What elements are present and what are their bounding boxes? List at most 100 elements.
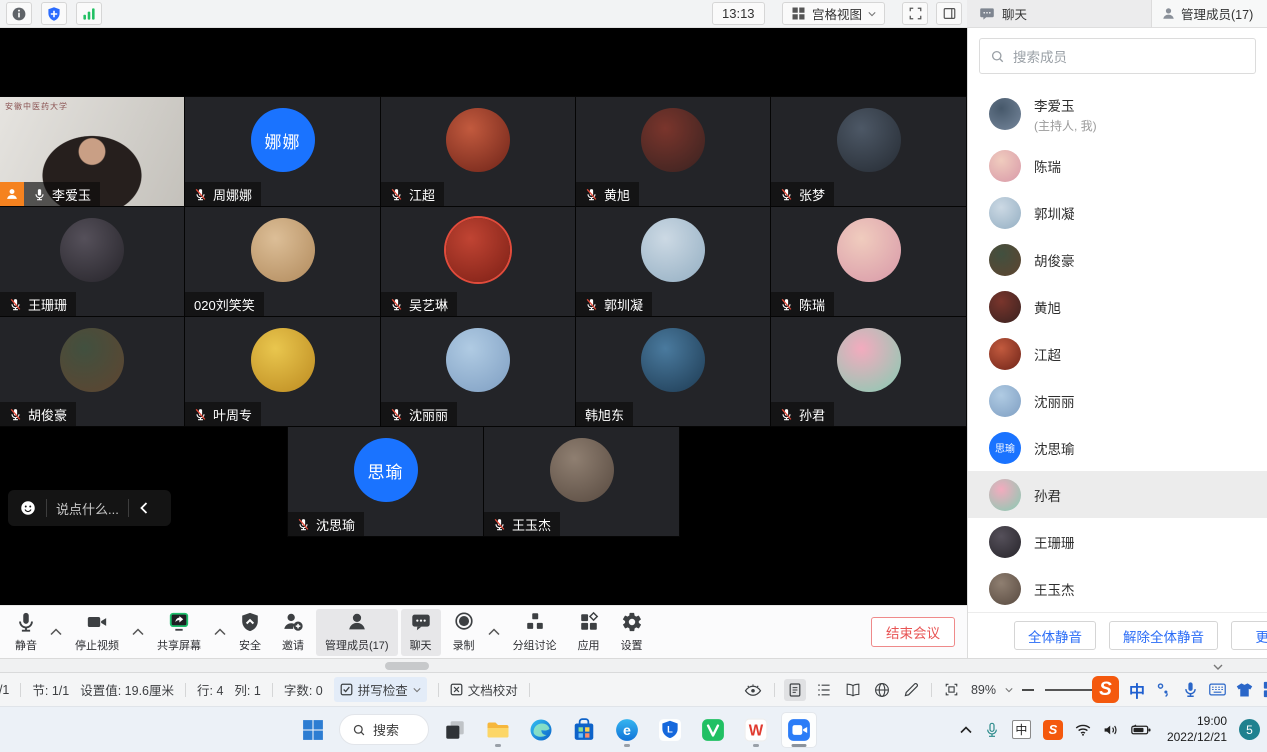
ime-language-indicator[interactable]: 中 xyxy=(1012,720,1031,739)
wifi-icon[interactable] xyxy=(1075,722,1091,738)
fit-page-button[interactable] xyxy=(941,679,962,700)
taskbar-search[interactable]: 搜索 xyxy=(339,714,429,745)
tray-mic-icon[interactable] xyxy=(984,722,1000,738)
participant-tile[interactable]: 陈瑞 xyxy=(771,207,966,316)
info-button[interactable] xyxy=(6,2,32,25)
taskbar-app-wps-office[interactable]: W xyxy=(739,713,773,747)
member-row[interactable]: 江超 xyxy=(968,330,1267,377)
participant-tile[interactable]: 胡俊豪 xyxy=(0,317,184,426)
participant-tile[interactable]: 思瑜沈思瑜 xyxy=(288,427,483,536)
more-button[interactable]: 更多 xyxy=(1231,621,1267,650)
battery-icon[interactable] xyxy=(1131,720,1151,740)
book-view-button[interactable] xyxy=(842,679,864,701)
toolbar-item-breakout[interactable]: 分组讨论 xyxy=(504,609,566,656)
quick-chat-input[interactable]: 说点什么... xyxy=(56,499,119,518)
mute-all-button[interactable]: 全体静音 xyxy=(1014,621,1096,650)
chevron-up-icon[interactable] xyxy=(49,609,63,656)
scroll-arrow-icon[interactable] xyxy=(1213,662,1223,672)
volume-icon[interactable] xyxy=(1103,722,1119,738)
member-row[interactable]: 沈丽丽 xyxy=(968,377,1267,424)
pen-button[interactable] xyxy=(900,679,922,701)
taskbar-app-lenovo-app[interactable]: L xyxy=(653,713,687,747)
emoji-button[interactable] xyxy=(19,499,37,517)
member-row[interactable]: 郭圳凝 xyxy=(968,189,1267,236)
layout-toggle-button[interactable] xyxy=(936,2,962,25)
participant-tile[interactable]: 王玉杰 xyxy=(484,427,679,536)
participant-tile[interactable]: 叶周专 xyxy=(185,317,380,426)
taskbar-clock[interactable]: 19:00 2022/12/21 xyxy=(1167,714,1227,745)
toolbar-item-apps[interactable]: 应用 xyxy=(569,609,609,656)
participant-tile[interactable]: 孙君 xyxy=(771,317,966,426)
unmute-all-button[interactable]: 解除全体静音 xyxy=(1109,621,1218,650)
toolbar-item-record[interactable]: 录制 xyxy=(444,609,484,656)
toolbar-item-invite[interactable]: 邀请 xyxy=(273,609,313,656)
sogou-logo[interactable]: S xyxy=(1092,676,1119,703)
ime-mic-icon[interactable] xyxy=(1182,681,1199,698)
participant-tile[interactable]: 安徽中医药大学李爱玉 xyxy=(0,97,184,206)
ime-mode-indicator[interactable]: 中 xyxy=(1129,678,1145,702)
signal-bars-button[interactable] xyxy=(76,2,102,25)
participant-tile[interactable]: 张梦 xyxy=(771,97,966,206)
horizontal-scrollbar-thumb[interactable] xyxy=(385,662,429,670)
participant-tile[interactable]: 娜娜周娜娜 xyxy=(185,97,380,206)
toolbar-item-share-screen[interactable]: 共享屏幕 xyxy=(148,609,210,656)
zoom-level[interactable]: 89% xyxy=(971,683,996,697)
caret-down-icon[interactable] xyxy=(1005,686,1013,694)
participant-tile[interactable]: 沈丽丽 xyxy=(381,317,575,426)
web-view-button[interactable] xyxy=(871,679,893,701)
toolbar-item-manage-members[interactable]: 管理成员(17) xyxy=(316,609,398,656)
toolbar-item-stop-video[interactable]: 停止视频 xyxy=(66,609,128,656)
member-row[interactable]: 陈瑞 xyxy=(968,142,1267,189)
member-row[interactable]: 王玉杰 xyxy=(968,565,1267,612)
end-meeting-button[interactable]: 结束会议 xyxy=(871,617,955,647)
member-row[interactable]: 王珊珊 xyxy=(968,518,1267,565)
quick-chat-bar[interactable]: 说点什么... xyxy=(8,490,171,526)
participant-tile[interactable]: 王珊珊 xyxy=(0,207,184,316)
taskbar-app-tencent-meeting[interactable] xyxy=(782,713,816,747)
taskbar-app-edge-browser[interactable] xyxy=(524,713,558,747)
taskbar-app-file-explorer[interactable] xyxy=(481,713,515,747)
eye-protection-button[interactable] xyxy=(741,678,765,702)
members-panel-header[interactable]: 管理成员(17) xyxy=(1151,0,1267,28)
fullscreen-button[interactable] xyxy=(902,2,928,25)
participant-tile[interactable]: 黄旭 xyxy=(576,97,770,206)
participant-tile[interactable]: 江超 xyxy=(381,97,575,206)
chevron-up-icon[interactable] xyxy=(213,609,227,656)
shield-plus-button[interactable] xyxy=(41,2,67,25)
keyboard-icon[interactable] xyxy=(1209,681,1226,698)
chevron-up-icon[interactable] xyxy=(131,609,145,656)
spellcheck-button[interactable]: 拼写检查 xyxy=(334,677,427,702)
page-view-button[interactable] xyxy=(784,679,806,701)
toolbar-item-security[interactable]: 安全 xyxy=(230,609,270,656)
hidden-icons-button[interactable] xyxy=(960,724,972,736)
participant-tile[interactable]: 吴艺琳 xyxy=(381,207,575,316)
view-mode-button[interactable]: 宫格视图 xyxy=(782,2,885,25)
participant-tile[interactable]: 郭圳凝 xyxy=(576,207,770,316)
chevron-up-icon[interactable] xyxy=(487,609,501,656)
member-row[interactable]: 孙君 xyxy=(968,471,1267,518)
notification-badge[interactable]: 5 xyxy=(1239,719,1260,740)
toolbar-item-settings[interactable]: 设置 xyxy=(612,609,652,656)
chat-panel-header[interactable]: 聊天 xyxy=(967,0,1151,28)
toolbar-item-chat[interactable]: 聊天 xyxy=(401,609,441,656)
punctuation-icon[interactable] xyxy=(1155,681,1172,698)
participant-tile[interactable]: 韩旭东 xyxy=(576,317,770,426)
member-row[interactable]: 胡俊豪 xyxy=(968,236,1267,283)
toolbar-item-mute[interactable]: 静音 xyxy=(6,609,46,656)
member-row[interactable]: 思瑜沈思瑜 xyxy=(968,424,1267,471)
taskbar-app-task-view[interactable] xyxy=(438,713,472,747)
participant-tile[interactable]: 020刘笑笑 xyxy=(185,207,380,316)
zoom-out-button[interactable] xyxy=(1022,689,1034,691)
proofread-button[interactable]: 文档校对 xyxy=(450,680,518,699)
member-search-input[interactable]: 搜索成员 xyxy=(979,38,1256,74)
member-row[interactable]: 黄旭 xyxy=(968,283,1267,330)
member-row[interactable]: 李爱玉(主持人, 我) xyxy=(968,86,1267,142)
collapse-chat-button[interactable] xyxy=(138,502,150,514)
skin-icon[interactable] xyxy=(1236,681,1253,698)
start-button[interactable] xyxy=(296,713,330,747)
outline-view-button[interactable] xyxy=(813,679,835,701)
toolbox-icon[interactable] xyxy=(1263,681,1267,698)
taskbar-app-microsoft-store[interactable] xyxy=(567,713,601,747)
sogou-tray-icon[interactable]: S xyxy=(1043,720,1063,740)
taskbar-app-mail-app[interactable] xyxy=(696,713,730,747)
